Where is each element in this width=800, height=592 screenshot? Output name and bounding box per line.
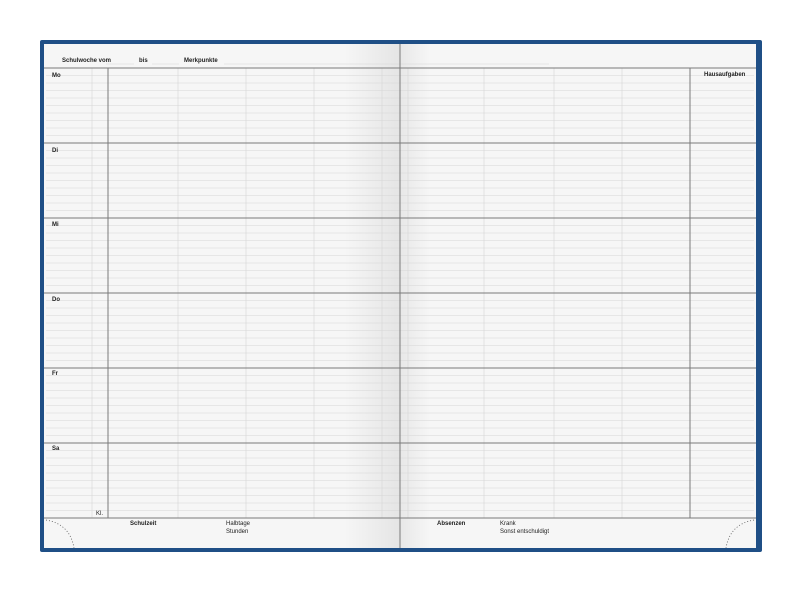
sick-label: Krank bbox=[500, 521, 516, 527]
class-label: Kl. bbox=[96, 511, 104, 517]
planner-grid bbox=[44, 44, 756, 548]
week-label: Schulwoche vom bbox=[62, 58, 112, 64]
planner-spread: Schulwoche vom bis Merkpunkte Hausaufgab… bbox=[44, 44, 756, 548]
absences-label: Absenzen bbox=[437, 521, 466, 527]
day-label-mi: Mi bbox=[52, 222, 59, 228]
excused-label: Sonst entschuldigt bbox=[500, 529, 550, 535]
day-label-fr: Fr bbox=[52, 371, 58, 377]
day-label-mo: Mo bbox=[52, 73, 61, 79]
homework-label: Hausaufgaben bbox=[704, 72, 746, 78]
bis-label: bis bbox=[139, 58, 148, 64]
half-days-label: Halbtage bbox=[226, 521, 251, 527]
notes-label: Merkpunkte bbox=[184, 58, 218, 64]
day-label-di: Di bbox=[52, 148, 58, 154]
day-label-do: Do bbox=[52, 297, 60, 303]
day-label-sa: Sa bbox=[52, 446, 60, 452]
school-time-label: Schulzeit bbox=[130, 521, 157, 527]
hours-label: Stunden bbox=[226, 529, 249, 535]
corner-cut-mark bbox=[725, 519, 755, 548]
corner-cut-mark bbox=[45, 519, 75, 548]
